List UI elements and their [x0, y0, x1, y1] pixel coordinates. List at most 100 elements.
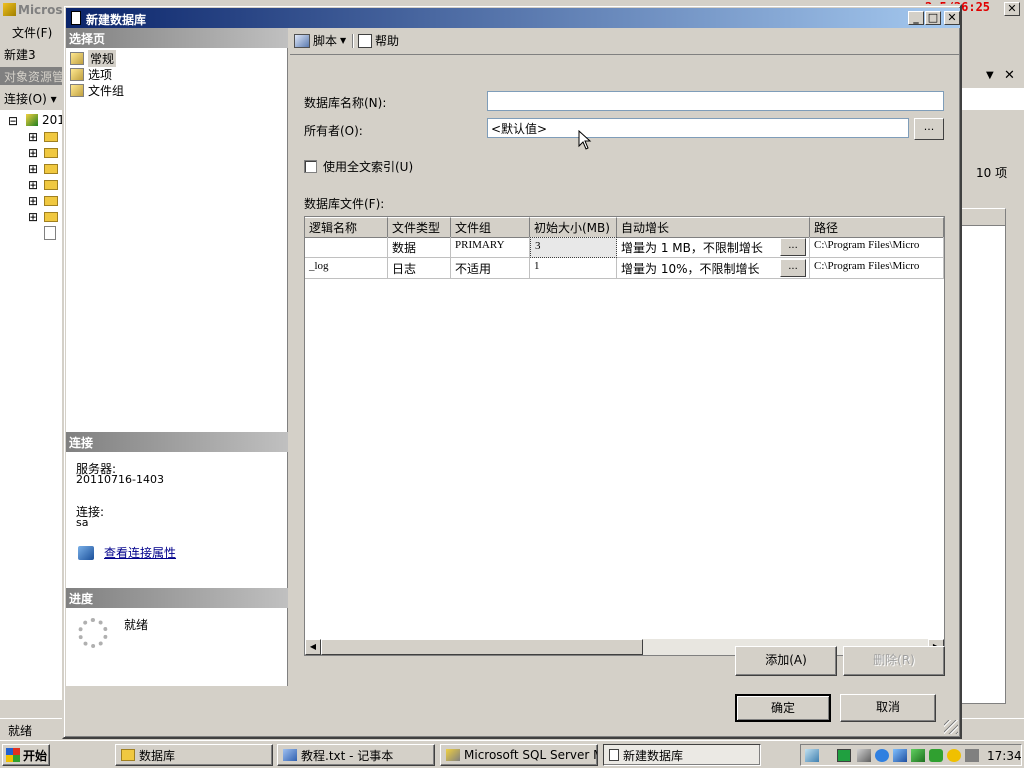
column-header-path[interactable]: 路径	[810, 217, 944, 238]
server-icon	[26, 114, 38, 126]
object-explorer-connect-button[interactable]: 连接(O) ▾	[4, 90, 57, 107]
taskbar-item-label: Microsoft SQL Server Ma...	[464, 748, 597, 762]
column-header-autogrowth[interactable]: 自动增长	[617, 217, 810, 238]
start-label: 开始	[23, 748, 48, 763]
left-pane: 选择页 常规 选项 文件组 连接 服务器: 20110716-1403 连接: …	[66, 28, 288, 686]
update-icon[interactable]	[947, 749, 961, 762]
tree-expand-icon[interactable]: ⊞	[28, 130, 38, 144]
help-button[interactable]: 帮助	[358, 32, 399, 49]
page-item-options[interactable]: 选项	[70, 66, 112, 82]
dropdown-arrow-icon[interactable]: ▼	[986, 70, 994, 81]
script-button[interactable]: 脚本 ▼	[294, 32, 346, 49]
user-icon[interactable]	[857, 749, 871, 762]
details-list[interactable]	[960, 208, 1006, 704]
cell-logical-name[interactable]: _log	[305, 258, 388, 279]
monitor-icon[interactable]	[837, 749, 851, 762]
details-pane-tabstrip	[960, 88, 1024, 110]
background-toolbar: 新建3	[0, 43, 66, 65]
volume-icon[interactable]	[893, 749, 907, 762]
close-button[interactable]: ✕	[944, 11, 960, 25]
taskbar-item-notepad[interactable]: 教程.txt - 记事本	[277, 744, 435, 766]
cell-autogrowth[interactable]: 增量为 1 MB，不限制增长 ...	[617, 237, 810, 258]
progress-header: 进度	[66, 588, 288, 608]
column-header-initial-size[interactable]: 初始大小(MB)	[530, 217, 617, 238]
connection-header: 连接	[66, 432, 288, 452]
cell-path[interactable]: C:\Program Files\Micro	[810, 258, 944, 279]
close-icon[interactable]: ✕	[1004, 68, 1015, 83]
table-row[interactable]: _log 日志 不适用 1 增量为 10%，不限制增长 ... C:\Progr…	[305, 258, 944, 279]
remove-button[interactable]: 删除(R)	[843, 646, 945, 676]
cell-initial-size[interactable]: 1	[530, 258, 617, 279]
database-files-grid[interactable]: 逻辑名称 文件类型 文件组 初始大小(MB) 自动增长 路径 数据 PRIMAR…	[304, 216, 945, 656]
menu-file[interactable]: 文件(F)	[12, 24, 52, 41]
cell-initial-size[interactable]: 3	[530, 237, 617, 258]
tree-expand-icon[interactable]: ⊞	[28, 162, 38, 176]
taskbar: 开始 数据库 教程.txt - 记事本 Microsoft SQL Server…	[0, 740, 1024, 768]
owner-input[interactable]	[487, 118, 909, 138]
cell-path[interactable]: C:\Program Files\Micro	[810, 237, 944, 258]
grid-header-row: 逻辑名称 文件类型 文件组 初始大小(MB) 自动增长 路径	[305, 217, 944, 238]
tree-expand-icon[interactable]: ⊞	[28, 178, 38, 192]
tray-clock[interactable]: 17:34	[987, 749, 1022, 763]
cell-filegroup: 不适用	[451, 258, 530, 279]
autogrowth-edit-button[interactable]: ...	[780, 259, 806, 277]
column-header-filegroup[interactable]: 文件组	[451, 217, 530, 238]
network-icon[interactable]	[805, 749, 819, 762]
column-header-logical-name[interactable]: 逻辑名称	[305, 217, 388, 238]
taskbar-item-label: 教程.txt - 记事本	[301, 748, 394, 763]
cell-file-type: 数据	[388, 237, 451, 258]
maximize-button[interactable]: □	[925, 11, 941, 25]
cell-filegroup[interactable]: PRIMARY	[451, 237, 530, 258]
object-explorer-header: 对象资源管	[0, 67, 66, 85]
owner-browse-button[interactable]: ...	[914, 118, 944, 140]
scrollbar-thumb[interactable]	[321, 639, 643, 655]
printer-icon[interactable]	[965, 749, 979, 762]
details-pane-header: ▼ ✕	[960, 68, 1024, 86]
shield-icon[interactable]	[929, 749, 943, 762]
folder-icon	[44, 132, 58, 142]
database-icon	[609, 749, 619, 761]
ok-button[interactable]: 确定	[735, 694, 831, 722]
cancel-button[interactable]: 取消	[840, 694, 936, 722]
view-connection-properties-link[interactable]: 查看连接属性	[104, 544, 176, 561]
windows-logo-icon	[6, 748, 20, 762]
connection-properties-icon	[78, 546, 94, 560]
table-row[interactable]: 数据 PRIMARY 3 增量为 1 MB，不限制增长 ... C:\Progr…	[305, 237, 944, 258]
tree-collapse-icon[interactable]: ⊟	[8, 114, 18, 128]
column-header-file-type[interactable]: 文件类型	[388, 217, 451, 238]
dropdown-arrow-icon[interactable]: ▼	[340, 36, 346, 45]
toolbar-separator	[352, 34, 354, 48]
object-explorer-tree[interactable]: ⊟ 2011 ⊞ ⊞ ⊞ ⊞ ⊞ ⊞	[0, 110, 73, 700]
autogrowth-edit-button[interactable]: ...	[780, 238, 806, 256]
autogrowth-text: 增量为 10%，不限制增长	[621, 262, 760, 276]
page-item-general[interactable]: 常规	[70, 49, 117, 67]
folder-icon	[44, 180, 58, 190]
globe-icon[interactable]	[875, 749, 889, 762]
tree-expand-icon[interactable]: ⊞	[28, 194, 38, 208]
tree-expand-icon[interactable]: ⊞	[28, 210, 38, 224]
dialog-titlebar[interactable]: 新建数据库 _ □ ✕	[66, 8, 960, 28]
database-icon	[71, 11, 81, 25]
taskbar-item-ssms[interactable]: Microsoft SQL Server Ma...	[440, 744, 598, 766]
resize-grip-icon[interactable]	[944, 720, 958, 734]
page-item-filegroups[interactable]: 文件组	[70, 82, 124, 98]
page-item-label: 常规	[88, 49, 117, 67]
folder-icon	[44, 196, 58, 206]
fulltext-option[interactable]: 使用全文索引(U)	[304, 158, 413, 175]
database-name-input[interactable]	[487, 91, 944, 111]
cell-autogrowth[interactable]: 增量为 10%，不限制增长 ...	[617, 258, 810, 279]
folder-icon	[44, 148, 58, 158]
tree-expand-icon[interactable]: ⊞	[28, 146, 38, 160]
taskbar-item-new-database[interactable]: 新建数据库	[603, 744, 761, 766]
add-button[interactable]: 添加(A)	[735, 646, 837, 676]
fulltext-checkbox[interactable]	[304, 160, 317, 173]
taskbar-item-folder[interactable]: 数据库	[115, 744, 273, 766]
scroll-left-icon[interactable]: ◀	[305, 639, 321, 655]
minimize-button[interactable]: _	[908, 11, 924, 25]
leaf-icon[interactable]	[911, 749, 925, 762]
cell-logical-name[interactable]	[305, 237, 388, 258]
new-query-button[interactable]: 新建3	[4, 46, 36, 63]
start-button[interactable]: 开始	[2, 744, 50, 766]
right-pane: 脚本 ▼ 帮助 数据库名称(N): 所有者(O): ... 使用全文索引(U) …	[290, 28, 960, 686]
background-close-button[interactable]: ✕	[1004, 2, 1020, 16]
